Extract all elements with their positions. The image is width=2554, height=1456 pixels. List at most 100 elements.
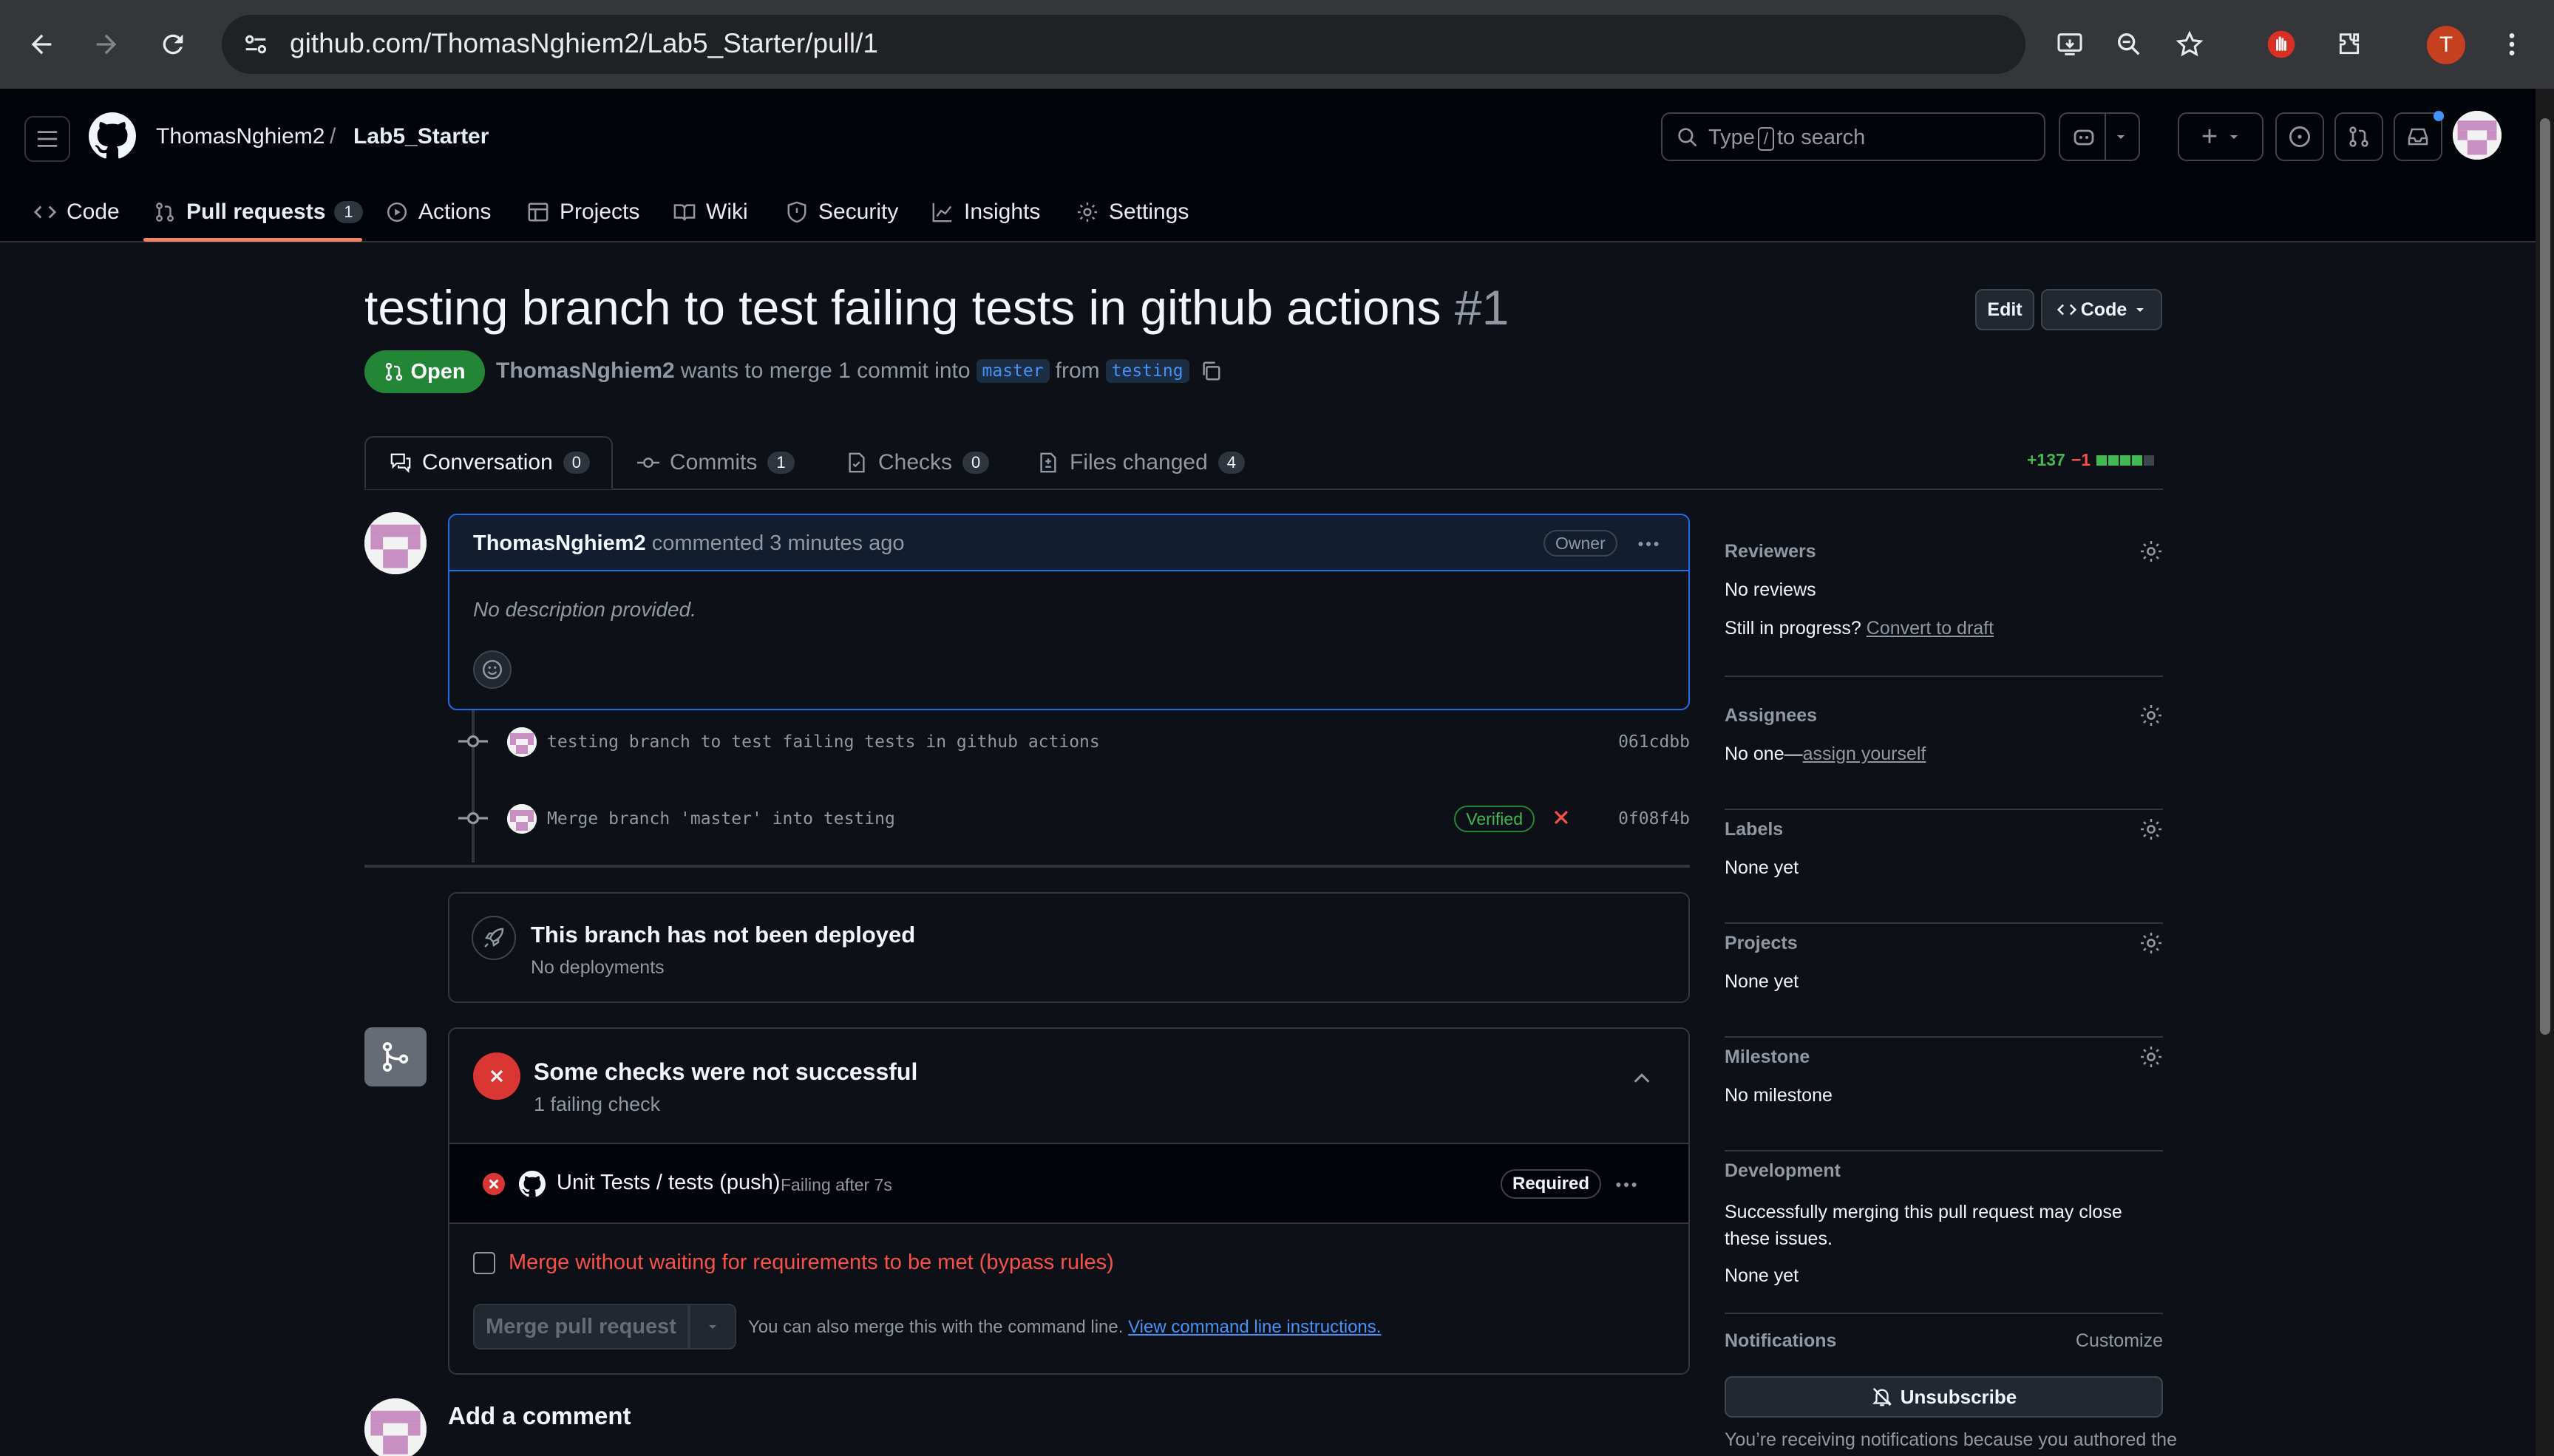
inbox-icon [2408,128,2428,146]
gear-icon[interactable] [2139,817,2163,841]
repo-tab-insights[interactable]: Insights [931,194,1040,231]
create-new-button[interactable]: + [2178,112,2263,161]
extensions-menu-button[interactable] [2326,21,2373,68]
x-icon[interactable] [1551,807,1572,828]
diffstat-deletions: −1 [2071,450,2091,469]
assignees-none-text: No one— [1725,744,1803,764]
labels-heading: Labels [1725,819,1784,840]
head-branch-label[interactable]: testing [1105,359,1189,383]
chevron-down-icon [709,1325,716,1329]
base-branch-label[interactable]: master [976,359,1050,383]
verified-badge[interactable]: Verified [1454,806,1535,832]
check-run-row[interactable]: Unit Tests / tests (push) Failing after … [449,1143,1688,1224]
comment-body: No description provided. [473,598,696,621]
commit-sha-link[interactable]: 0f08f4b [1618,809,1690,829]
pr-author-link[interactable]: ThomasNghiem2 [496,358,675,384]
global-nav-button[interactable] [24,116,70,162]
add-reaction-button[interactable] [473,650,512,689]
comment-timestamp[interactable]: commented 3 minutes ago [652,531,905,555]
repo-tab-security[interactable]: Security [786,194,898,231]
comment-author-link[interactable]: ThomasNghiem2 [473,531,646,555]
zoom-button[interactable] [2105,21,2153,68]
url-text[interactable]: github.com/ThomasNghiem2/Lab5_Starter/pu… [290,28,878,59]
tab-conversation[interactable]: Conversation 0 [364,436,613,489]
check-run-options-button[interactable] [1614,1172,1639,1197]
reload-button[interactable] [149,21,197,68]
gear-icon[interactable] [2139,1045,2163,1069]
customize-notifications-link[interactable]: Customize [2076,1330,2163,1352]
bypass-rules-label[interactable]: Merge without waiting for requirements t… [509,1251,1114,1275]
commit-author-avatar[interactable] [507,804,537,834]
comment-author-avatar[interactable] [364,512,427,574]
scrollbar-thumb[interactable] [2540,118,2550,1035]
browser-menu-button[interactable] [2488,21,2536,68]
code-dropdown-button[interactable]: Code [2041,289,2162,330]
repo-tab-security-label: Security [818,200,899,224]
kebab-horizontal-icon [1616,1183,1637,1187]
page-scrollbar[interactable] [2536,89,2554,1456]
repo-tab-pull-requests-label: Pull requests [186,200,326,224]
reload-icon [163,34,183,55]
commit-message-link[interactable]: Merge branch 'master' into testing [547,809,895,829]
breadcrumb-repo[interactable]: Lab5_Starter [353,124,489,149]
pull-requests-button[interactable] [2334,112,2383,161]
copilot-button[interactable] [2059,112,2140,161]
bookmark-button[interactable] [2166,21,2213,68]
gear-icon[interactable] [2139,540,2163,563]
assign-yourself-link[interactable]: assign yourself [1803,744,1926,764]
tab-checks[interactable]: Checks 0 [846,436,990,489]
profile-avatar[interactable]: T [2427,26,2465,64]
copy-icon[interactable] [1200,360,1222,382]
repo-tab-projects[interactable]: Projects [527,194,639,231]
user-avatar[interactable] [2453,111,2502,160]
pr-from-text: from [1055,358,1100,383]
repo-tab-code-label: Code [67,200,120,224]
inbox-button[interactable] [2394,111,2444,161]
edit-title-button[interactable]: Edit [1975,289,2034,330]
address-bar[interactable]: github.com/ThomasNghiem2/Lab5_Starter/pu… [222,15,2025,74]
commit-author-avatar[interactable] [507,727,537,757]
convert-to-draft-link[interactable]: Convert to draft [1867,618,1994,639]
search-input[interactable]: Type / to search [1661,112,2045,161]
repo-tab-wiki[interactable]: Wiki [673,194,748,231]
tab-files-changed[interactable]: Files changed 4 [1037,436,1246,489]
issues-button[interactable] [2275,112,2324,161]
github-logo[interactable] [89,112,136,160]
back-button[interactable] [18,21,65,68]
commit-sha-link[interactable]: 061cdbb [1618,732,1690,752]
merge-method-dropdown[interactable] [689,1304,736,1350]
extension-button[interactable] [2258,21,2305,68]
repo-tab-pull-requests[interactable]: Pull requests 1 [154,194,363,231]
git-commit-icon [458,735,488,748]
forward-button[interactable] [83,21,130,68]
commit-message-link[interactable]: testing branch to test failing tests in … [547,732,1100,752]
current-user-avatar[interactable] [364,1398,427,1456]
install-app-button[interactable] [2046,21,2093,68]
unsubscribe-label: Unsubscribe [1900,1385,2017,1408]
collapse-checks-button[interactable] [1631,1067,1653,1089]
development-note: Successfully merging this pull request m… [1725,1202,2122,1249]
breadcrumb-owner[interactable]: ThomasNghiem2 [156,124,325,149]
gear-icon[interactable] [2139,931,2163,955]
chevron-down-icon [2117,135,2125,139]
chevron-down-icon [2230,135,2238,139]
command-line-instructions-link[interactable]: View command line instructions. [1128,1317,1381,1337]
tab-commits[interactable]: Commits 1 [637,436,795,489]
timeline-divider [364,865,1690,868]
bypass-rules-checkbox[interactable] [473,1251,495,1274]
merge-pull-request-button[interactable]: Merge pull request [473,1304,689,1350]
pull-requests-counter: 1 [334,201,363,223]
unsubscribe-button[interactable]: Unsubscribe [1725,1376,2163,1418]
comment-options-button[interactable] [1636,531,1661,557]
sidebar-milestone: Milestone No milestone [1725,1038,2163,1151]
timeline-commit: Merge branch 'master' into testing Verif… [458,800,1690,837]
repo-tab-settings-label: Settings [1109,200,1189,224]
repo-tab-code[interactable]: Code [34,194,120,231]
site-info-icon[interactable] [241,30,271,59]
repo-tab-settings[interactable]: Settings [1076,194,1189,231]
bypass-rules-option[interactable]: Merge without waiting for requirements t… [473,1251,1114,1275]
repo-tab-insights-label: Insights [964,200,1041,224]
repo-tab-actions[interactable]: Actions [386,194,491,231]
check-run-name[interactable]: Unit Tests / tests (push) [557,1171,780,1195]
gear-icon[interactable] [2139,704,2163,727]
